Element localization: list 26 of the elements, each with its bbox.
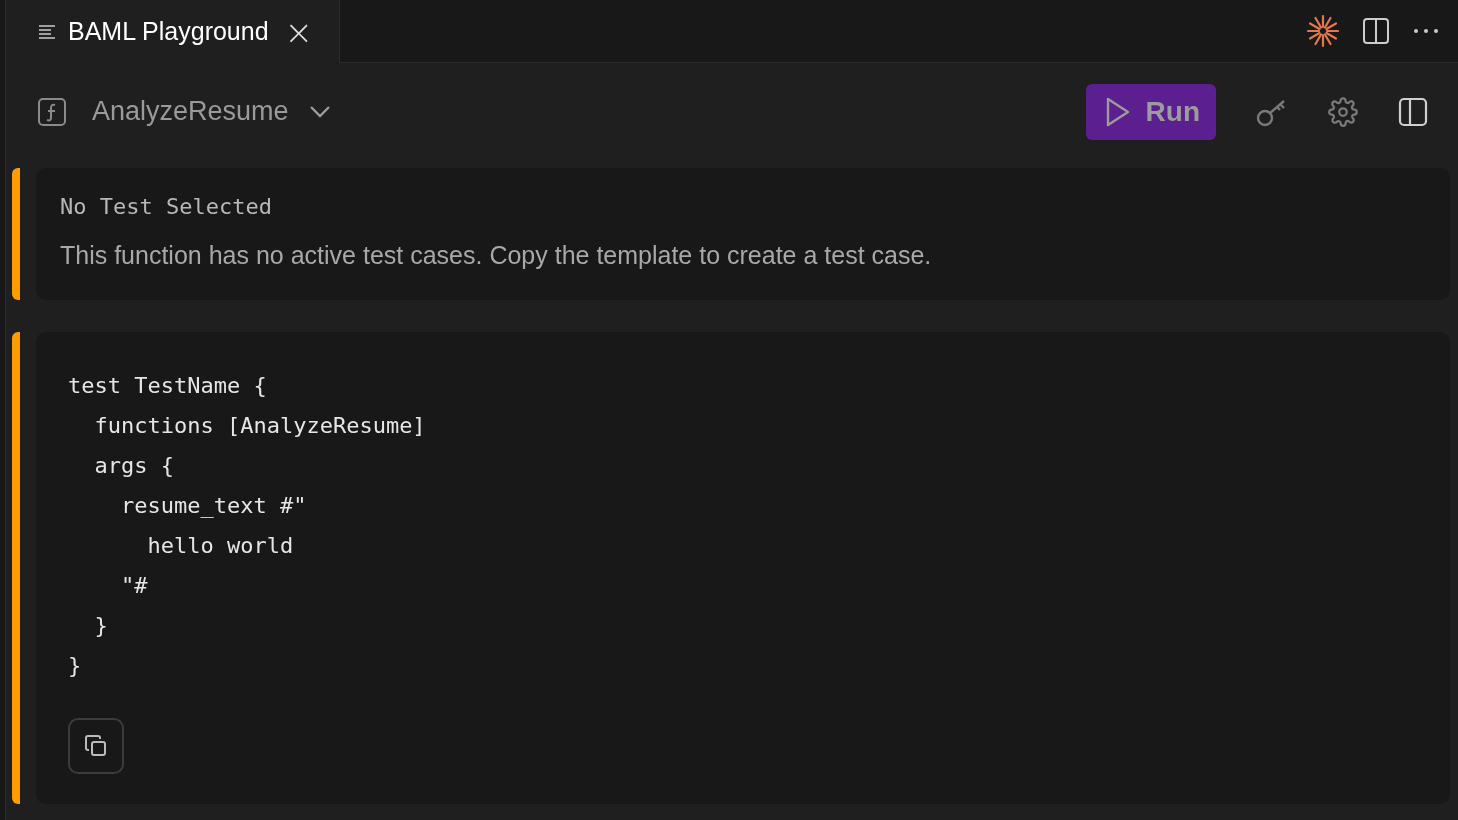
copy-icon: [84, 734, 108, 758]
code-line: args {: [93, 452, 175, 480]
play-icon: [1105, 96, 1130, 127]
close-button[interactable]: ×: [280, 14, 318, 49]
code-line: }: [93, 612, 109, 640]
split-editor-icon[interactable]: [1362, 17, 1390, 45]
notice-title: No Test Selected: [60, 194, 273, 219]
tab-title: BAML Playground: [68, 17, 269, 46]
code-line: test TestName {: [68, 372, 268, 400]
code-line: resume_text #": [119, 492, 308, 520]
settings-icon[interactable]: [1328, 96, 1358, 127]
code-line: }: [68, 652, 83, 680]
function-name[interactable]: AnalyzeResume: [92, 96, 289, 127]
playground-tab[interactable]: BAML Playground ×: [6, 0, 340, 63]
more-icon[interactable]: [1412, 27, 1440, 35]
code-line: "#: [119, 572, 149, 600]
code-line: hello world: [146, 532, 295, 560]
sidebar-icon[interactable]: [1398, 96, 1428, 127]
lines-icon: [38, 23, 56, 40]
copy-button[interactable]: [68, 718, 124, 774]
function-icon: [38, 97, 66, 126]
starburst-icon[interactable]: [1306, 14, 1340, 48]
chevron-down-icon[interactable]: [308, 104, 331, 119]
run-button[interactable]: Run: [1085, 83, 1216, 140]
code-line: functions [AnalyzeResume]: [93, 412, 427, 440]
notice-message: This function has no active test cases. Copy the template to create a test case.: [60, 241, 933, 270]
